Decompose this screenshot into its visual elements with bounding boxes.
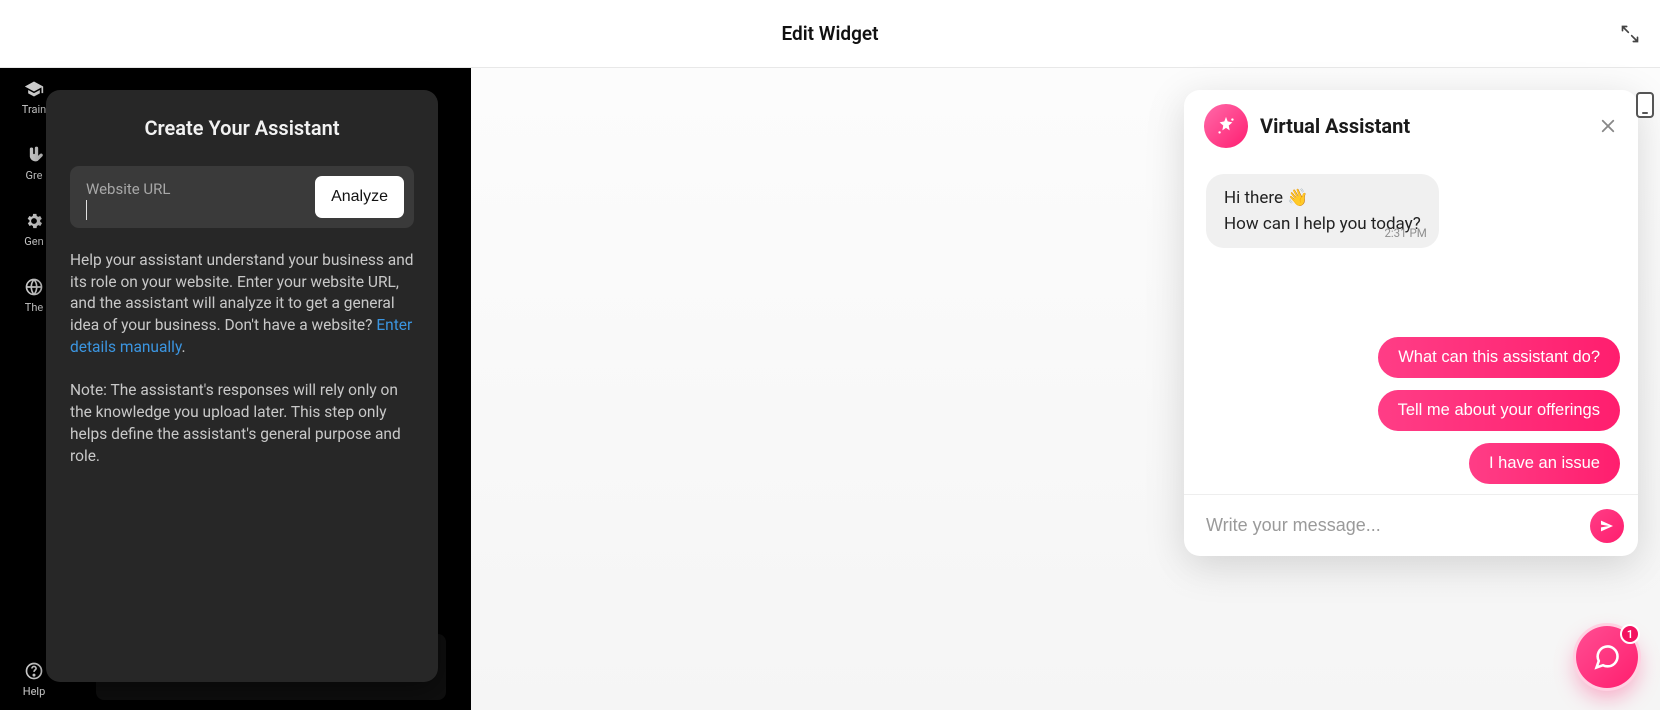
page-header: Edit Widget (0, 0, 1660, 68)
chat-avatar (1204, 104, 1248, 148)
gear-icon (23, 210, 45, 232)
globe-icon (23, 276, 45, 298)
help-text-part1: Help your assistant understand your busi… (70, 251, 414, 334)
chat-title: Virtual Assistant (1260, 114, 1582, 138)
suggestion-pill[interactable]: I have an issue (1469, 443, 1620, 484)
suggestion-pill[interactable]: Tell me about your offerings (1378, 390, 1620, 431)
chat-send-button[interactable] (1590, 509, 1624, 543)
dark-region: Train Gre Gen The Help C (0, 68, 471, 710)
message-line-1-text: Hi there (1224, 188, 1287, 208)
graduation-cap-icon (23, 78, 45, 100)
sidebar-item-label: Train (22, 103, 46, 116)
chat-body: Hi there 👋 How can I help you today? 2:3… (1184, 160, 1638, 494)
sidebar-item-general[interactable]: Gen (23, 210, 45, 248)
hand-wave-icon (23, 144, 45, 166)
url-field[interactable]: Website URL (86, 180, 305, 220)
url-input-caret[interactable] (86, 200, 90, 220)
close-icon (1599, 117, 1617, 135)
create-assistant-card: Create Your Assistant Website URL Analyz… (46, 90, 438, 682)
wave-emoji: 👋 (1287, 188, 1308, 208)
help-text-part2: . (181, 338, 185, 356)
suggestion-pill[interactable]: What can this assistant do? (1378, 337, 1620, 378)
expand-icon (1620, 24, 1640, 44)
chat-input[interactable] (1206, 515, 1580, 536)
note-paragraph: Note: The assistant's responses will rel… (70, 380, 414, 467)
device-toggle-mobile[interactable] (1636, 92, 1654, 118)
suggestions: What can this assistant do? Tell me abou… (1206, 337, 1620, 484)
sidebar-item-greet[interactable]: Gre (23, 144, 45, 182)
chat-close-button[interactable] (1594, 112, 1622, 140)
sidebar-item-label: Gen (24, 235, 43, 248)
chat-bubble-icon (1593, 643, 1621, 671)
url-row: Website URL Analyze (70, 166, 414, 228)
preview-area: Virtual Assistant Hi there 👋 How can I h… (471, 68, 1660, 710)
sidebar-item-label: Help (23, 685, 46, 698)
url-label: Website URL (86, 180, 305, 198)
sidebar-item-label: The (25, 301, 43, 314)
message-line-1: Hi there 👋 (1224, 188, 1421, 208)
chat-widget: Virtual Assistant Hi there 👋 How can I h… (1184, 90, 1638, 556)
expand-button[interactable] (1618, 22, 1642, 46)
main-area: Train Gre Gen The Help C (0, 68, 1660, 710)
assistant-message: Hi there 👋 How can I help you today? 2:3… (1206, 174, 1439, 248)
help-icon (23, 660, 45, 682)
sidebar-item-train[interactable]: Train (22, 78, 46, 116)
sidebar-item-help[interactable]: Help (23, 660, 46, 698)
analyze-button[interactable]: Analyze (315, 176, 404, 218)
message-timestamp: 2:31 PM (1384, 226, 1426, 240)
chat-fab[interactable]: 1 (1576, 626, 1638, 688)
send-icon (1599, 518, 1615, 534)
sparkle-icon (1215, 115, 1237, 137)
help-paragraph: Help your assistant understand your busi… (70, 250, 414, 358)
sidebar-item-label: Gre (26, 169, 43, 182)
chat-footer (1184, 494, 1638, 556)
create-title: Create Your Assistant (70, 116, 414, 140)
page-title: Edit Widget (781, 22, 878, 45)
sidebar-item-theme[interactable]: The (23, 276, 45, 314)
chat-header: Virtual Assistant (1184, 90, 1638, 160)
fab-badge: 1 (1620, 624, 1640, 644)
